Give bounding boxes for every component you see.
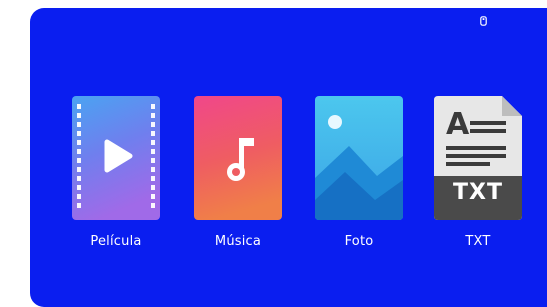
app-tile-txt[interactable]: A TXT bbox=[434, 96, 522, 220]
film-play-icon bbox=[72, 96, 160, 220]
app-label-pelicula[interactable]: Película bbox=[56, 234, 176, 249]
app-label-musica[interactable]: Música bbox=[178, 234, 298, 249]
app-tile-foto[interactable] bbox=[315, 96, 403, 220]
music-note-icon bbox=[194, 96, 282, 220]
photo-mountains-icon bbox=[315, 96, 403, 220]
usb-drive-icon bbox=[480, 16, 487, 26]
app-label-txt[interactable]: TXT bbox=[418, 234, 538, 249]
txt-badge-label: TXT bbox=[453, 180, 503, 205]
app-label-foto[interactable]: Foto bbox=[299, 234, 419, 249]
app-tile-pelicula[interactable] bbox=[72, 96, 160, 220]
home-screen: Película Música Foto A TXT TXT bbox=[30, 8, 547, 307]
svg-text:A: A bbox=[446, 107, 470, 142]
app-tile-musica[interactable] bbox=[194, 96, 282, 220]
